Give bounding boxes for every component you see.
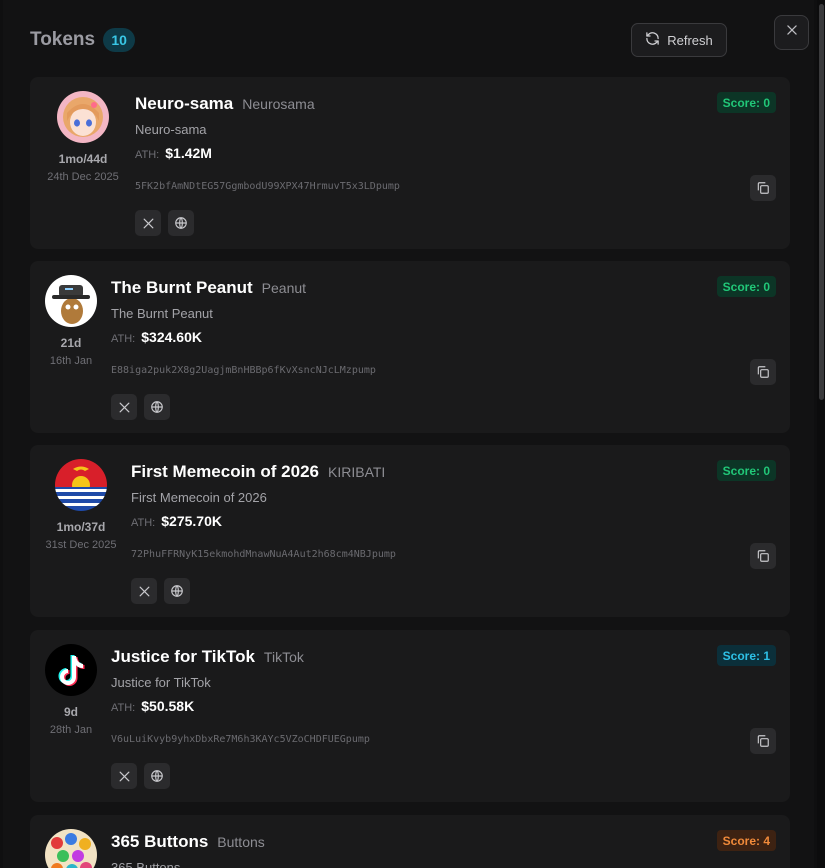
- token-ticker: TikTok: [263, 649, 304, 665]
- token-avatar: [57, 91, 109, 143]
- token-age: 9d: [63, 705, 78, 719]
- globe-icon[interactable]: [144, 394, 170, 420]
- ath-label: ATH:: [111, 702, 136, 714]
- panel-title: Tokens: [30, 29, 96, 50]
- token-date: 31st Dec 2025: [45, 539, 117, 551]
- token-date: 16th Jan: [49, 355, 93, 367]
- score-badge: Score: 0: [716, 92, 776, 113]
- social-links: [111, 394, 170, 420]
- ath-label: ATH:: [135, 149, 160, 161]
- ath-label: ATH:: [131, 517, 156, 529]
- refresh-icon: [645, 31, 660, 49]
- close-icon: [785, 23, 799, 42]
- x-twitter-icon[interactable]: [131, 578, 157, 604]
- token-ticker: Buttons: [217, 834, 265, 850]
- token-description: 365 Buttons: [111, 860, 181, 868]
- globe-icon[interactable]: [144, 763, 170, 789]
- token-count-badge: 10: [103, 28, 136, 52]
- token-description: Justice for TikTok: [111, 675, 211, 690]
- score-badge: Score: 4: [716, 830, 776, 851]
- token-card[interactable]: 1mo/37d 31st Dec 2025 First Memecoin of …: [30, 445, 790, 617]
- score-badge: Score: 1: [716, 645, 776, 666]
- token-name[interactable]: Justice for TikTok: [111, 647, 255, 667]
- x-twitter-icon[interactable]: [135, 210, 161, 236]
- token-ticker: KIRIBATI: [328, 464, 386, 480]
- token-age: 21d: [60, 336, 82, 350]
- score-badge: Score: 0: [716, 276, 776, 297]
- token-ath: ATH: $275.70K: [131, 513, 222, 529]
- token-date: 24th Dec 2025: [47, 171, 119, 183]
- social-links: [131, 578, 190, 604]
- globe-icon[interactable]: [168, 210, 194, 236]
- ath-value: $275.70K: [161, 513, 222, 529]
- copy-address-icon[interactable]: [750, 543, 776, 569]
- copy-address-icon[interactable]: [750, 728, 776, 754]
- ath-value: $50.58K: [141, 698, 195, 714]
- social-links: [135, 210, 194, 236]
- refresh-label: Refresh: [667, 32, 713, 48]
- token-name[interactable]: Neuro-sama: [135, 94, 233, 114]
- x-twitter-icon[interactable]: [111, 763, 137, 789]
- token-ath: ATH: $1.42M: [135, 145, 212, 161]
- token-address: V6uLuiKvyb9yhxDbxRe7M6h3KAYc5VZoCHDFUEGp…: [111, 734, 370, 745]
- token-avatar: [55, 459, 107, 511]
- token-avatar: [45, 829, 97, 868]
- token-card[interactable]: 365 Buttons Buttons 365 Buttons Score: 4: [30, 815, 790, 868]
- token-name[interactable]: The Burnt Peanut: [111, 278, 253, 298]
- panel-header: Tokens 10: [30, 28, 136, 52]
- close-button[interactable]: [774, 15, 809, 50]
- token-address: E88iga2puk2X8g2UagjmBnHBBp6fKvXsncNJcLMz…: [111, 365, 376, 376]
- ath-value: $324.60K: [141, 329, 202, 345]
- token-card[interactable]: 9d 28th Jan Justice for TikTok TikTok Ju…: [30, 630, 790, 802]
- token-age: 1mo/44d: [58, 152, 108, 166]
- token-address: 72PhuFFRNyK15ekmohdMnawNuA4Aut2h68cm4NBJ…: [131, 549, 396, 560]
- token-age: 1mo/37d: [56, 520, 106, 534]
- token-ticker: Neurosama: [242, 96, 315, 112]
- token-description: Neuro-sama: [135, 122, 207, 137]
- scrollbar-thumb[interactable]: [819, 4, 824, 400]
- token-avatar: [45, 275, 97, 327]
- token-avatar: [45, 644, 97, 696]
- copy-address-icon[interactable]: [750, 359, 776, 385]
- token-ticker: Peanut: [261, 280, 307, 296]
- token-name[interactable]: First Memecoin of 2026: [131, 462, 319, 482]
- token-description: The Burnt Peanut: [111, 306, 213, 321]
- globe-icon[interactable]: [164, 578, 190, 604]
- ath-value: $1.42M: [165, 145, 212, 161]
- ath-label: ATH:: [111, 333, 136, 345]
- token-card[interactable]: 1mo/44d 24th Dec 2025 Neuro-sama Neurosa…: [30, 77, 790, 249]
- token-card[interactable]: 21d 16th Jan The Burnt Peanut Peanut The…: [30, 261, 790, 433]
- copy-address-icon[interactable]: [750, 175, 776, 201]
- token-ath: ATH: $50.58K: [111, 698, 194, 714]
- token-date: 28th Jan: [49, 724, 93, 736]
- refresh-button[interactable]: Refresh: [631, 23, 727, 57]
- scrollbar[interactable]: [817, 0, 825, 868]
- score-badge: Score: 0: [716, 460, 776, 481]
- token-ath: ATH: $324.60K: [111, 329, 202, 345]
- social-links: [111, 763, 170, 789]
- token-address: 5FK2bfAmNDtEG57GgmbodU99XPX47HrmuvT5x3LD…: [135, 181, 400, 192]
- token-name[interactable]: 365 Buttons: [111, 832, 208, 852]
- token-description: First Memecoin of 2026: [131, 490, 267, 505]
- x-twitter-icon[interactable]: [111, 394, 137, 420]
